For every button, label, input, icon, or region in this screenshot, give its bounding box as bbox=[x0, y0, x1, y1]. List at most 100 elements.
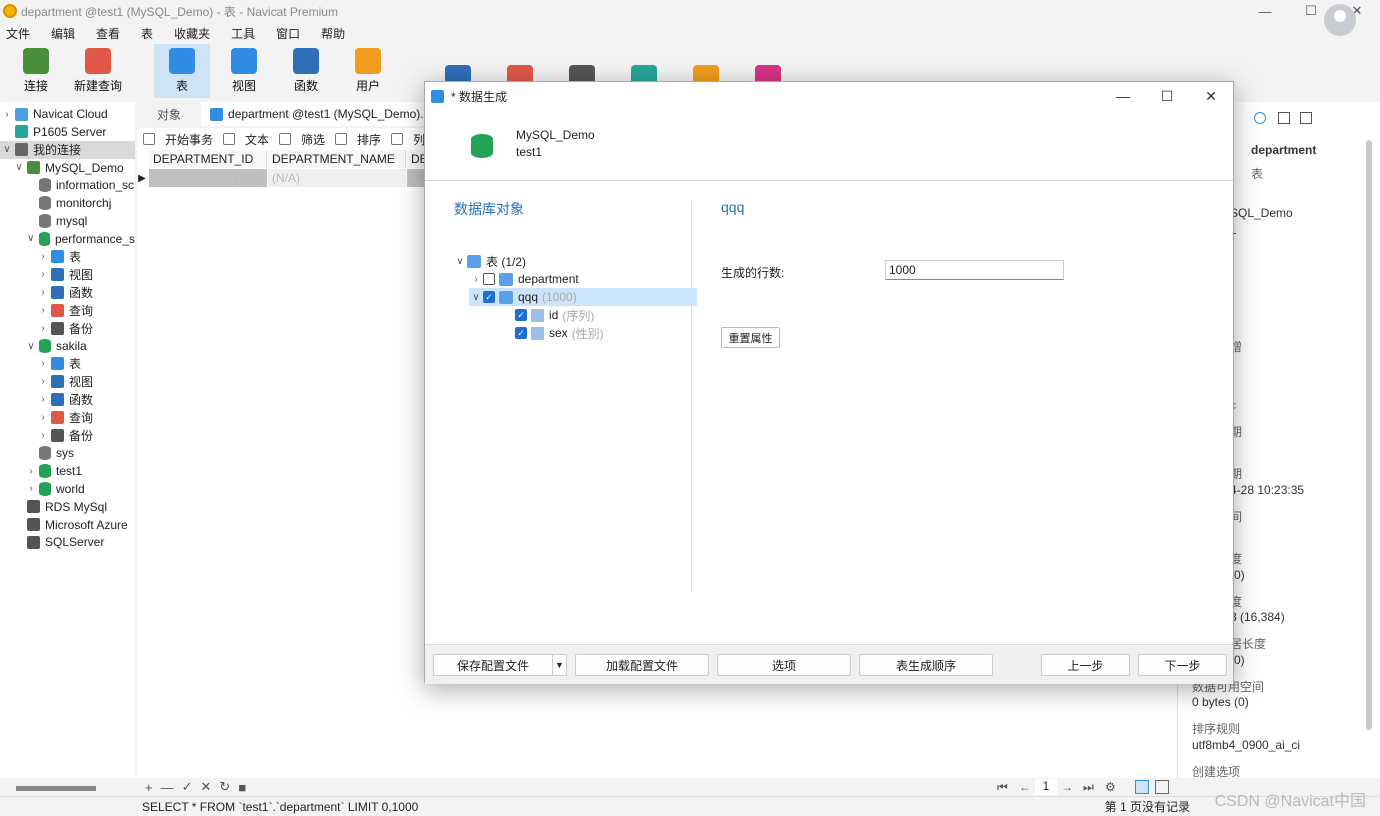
chevron-icon[interactable]: ∨ bbox=[26, 233, 36, 244]
next-button[interactable]: 下一步 bbox=[1138, 654, 1227, 676]
menu-item[interactable]: 编辑 bbox=[51, 25, 75, 42]
column-header[interactable]: DEPARTMENT_NAME bbox=[268, 150, 406, 168]
tree-item[interactable]: › 表 bbox=[0, 248, 135, 266]
toolbar-button[interactable]: 连接 bbox=[8, 44, 64, 98]
apply-button[interactable]: ✓ bbox=[182, 779, 193, 795]
text-button[interactable]: 文本 bbox=[245, 131, 269, 148]
object-tree-item[interactable]: ✓ id (序列) bbox=[501, 306, 594, 324]
tree-item[interactable]: ∨ sakila bbox=[0, 337, 135, 355]
menu-item[interactable]: 帮助 bbox=[321, 25, 345, 42]
tree-item[interactable]: ∨ MySQL_Demo bbox=[0, 159, 135, 177]
tree-item[interactable]: › test1 bbox=[0, 462, 135, 480]
chevron-icon[interactable]: › bbox=[2, 109, 12, 120]
save-profile-button[interactable]: 保存配置文件 ▼ bbox=[433, 654, 567, 676]
begin-transaction-button[interactable]: 开始事务 bbox=[165, 131, 213, 148]
minimize-button[interactable]: — bbox=[1242, 0, 1288, 22]
chevron-icon[interactable]: ∨ bbox=[2, 144, 12, 155]
dialog-close-button[interactable]: ✕ bbox=[1189, 82, 1233, 110]
next-page-icon[interactable]: → bbox=[1061, 780, 1073, 794]
tree-item[interactable]: › Navicat Cloud bbox=[0, 105, 135, 123]
stop-button[interactable]: ■ bbox=[238, 780, 246, 795]
grid-cell[interactable]: (N/A) bbox=[268, 169, 406, 187]
user-avatar-icon[interactable] bbox=[1324, 4, 1356, 36]
page-number-input[interactable]: 1 bbox=[1035, 779, 1057, 795]
tree-item[interactable]: mysql bbox=[0, 212, 135, 230]
tree-item[interactable]: Microsoft Azure bbox=[0, 516, 135, 534]
ddl-icon[interactable] bbox=[1278, 112, 1290, 124]
options-button[interactable]: 选项 bbox=[717, 654, 851, 676]
last-page-icon[interactable]: ⏭ bbox=[1083, 780, 1094, 795]
table-order-button[interactable]: 表生成顺序 bbox=[859, 654, 993, 676]
column-header[interactable]: DEPARTMENT_ID bbox=[149, 150, 267, 168]
checkbox[interactable]: ✓ bbox=[483, 291, 495, 303]
tree-item[interactable]: › 函数 bbox=[0, 391, 135, 409]
tab-objects[interactable]: 对象 bbox=[157, 106, 181, 123]
tree-item[interactable]: ∨ 我的连接 bbox=[0, 140, 135, 159]
chevron-icon[interactable]: › bbox=[38, 376, 48, 387]
tree-item[interactable]: › 备份 bbox=[0, 426, 135, 444]
chevron-icon[interactable]: › bbox=[26, 466, 36, 477]
chevron-icon[interactable]: › bbox=[38, 358, 48, 369]
menu-item[interactable]: 查看 bbox=[96, 25, 120, 42]
chevron-icon[interactable]: › bbox=[38, 394, 48, 405]
object-tree-item[interactable]: ∨ ✓ qqq (1000) bbox=[469, 288, 697, 306]
tree-item[interactable]: › 表 bbox=[0, 355, 135, 373]
tree-item[interactable]: › 函数 bbox=[0, 284, 135, 302]
tree-item[interactable]: › 备份 bbox=[0, 319, 135, 337]
first-page-icon[interactable]: ⏮ bbox=[997, 780, 1008, 795]
tree-scrollbar[interactable] bbox=[0, 778, 135, 798]
tree-item[interactable]: sys bbox=[0, 444, 135, 462]
add-record-button[interactable]: + bbox=[145, 780, 153, 795]
delete-record-button[interactable]: — bbox=[161, 780, 174, 795]
menu-item[interactable]: 窗口 bbox=[276, 25, 300, 42]
toolbar-button[interactable]: 用户 bbox=[340, 44, 396, 98]
checkbox[interactable]: ✓ bbox=[515, 327, 527, 339]
tree-item[interactable]: information_sc bbox=[0, 176, 135, 194]
menu-item[interactable]: 文件 bbox=[6, 25, 30, 42]
dialog-maximize-button[interactable]: ☐ bbox=[1145, 82, 1189, 110]
object-tree-item[interactable]: ∨ 表 (1/2) bbox=[453, 252, 526, 270]
chevron-icon[interactable]: ∨ bbox=[453, 256, 467, 267]
layout-icon[interactable] bbox=[1300, 112, 1312, 124]
sort-button[interactable]: 排序 bbox=[357, 131, 381, 148]
dialog-minimize-button[interactable]: — bbox=[1101, 82, 1145, 110]
tree-item[interactable]: monitorchj bbox=[0, 194, 135, 212]
chevron-icon[interactable]: ∨ bbox=[14, 162, 24, 173]
toolbar-button[interactable]: 函数 bbox=[278, 44, 334, 98]
rows-to-generate-input[interactable]: 1000 bbox=[885, 260, 1064, 280]
back-button[interactable]: 上一步 bbox=[1041, 654, 1130, 676]
menu-item[interactable]: 工具 bbox=[231, 25, 255, 42]
chevron-icon[interactable]: ∨ bbox=[469, 292, 483, 303]
chevron-icon[interactable]: › bbox=[26, 483, 36, 494]
settings-gear-icon[interactable]: ⚙ bbox=[1105, 780, 1116, 794]
tree-item[interactable]: RDS MySql bbox=[0, 498, 135, 516]
tree-item[interactable]: › 视图 bbox=[0, 266, 135, 284]
panel-scrollbar[interactable] bbox=[1366, 140, 1372, 730]
tree-item[interactable]: › 视图 bbox=[0, 373, 135, 391]
tree-item[interactable]: SQLServer bbox=[0, 533, 135, 551]
checkbox[interactable] bbox=[483, 273, 495, 285]
chevron-icon[interactable]: › bbox=[38, 269, 48, 280]
menu-item[interactable]: 表 bbox=[141, 25, 153, 42]
chevron-icon[interactable]: › bbox=[38, 323, 48, 334]
object-tree-item[interactable]: ✓ sex (性别) bbox=[501, 324, 604, 342]
form-view-icon[interactable] bbox=[1155, 780, 1169, 794]
chevron-icon[interactable]: › bbox=[38, 305, 48, 316]
prev-page-icon[interactable]: ← bbox=[1019, 780, 1031, 794]
object-tree-item[interactable]: › department bbox=[469, 270, 578, 288]
menu-item[interactable]: 收藏夹 bbox=[174, 25, 210, 42]
grid-view-icon[interactable] bbox=[1135, 780, 1149, 794]
chevron-icon[interactable]: ∨ bbox=[26, 341, 36, 352]
filter-button[interactable]: 筛选 bbox=[301, 131, 325, 148]
tab-department[interactable]: department @test1 (MySQL_Demo)... bbox=[201, 102, 437, 126]
refresh-button[interactable]: ↻ bbox=[219, 779, 230, 795]
discard-button[interactable]: ✕ bbox=[201, 779, 212, 795]
tree-item[interactable]: › 查询 bbox=[0, 301, 135, 319]
chevron-icon[interactable]: › bbox=[469, 274, 483, 285]
tree-item[interactable]: › world bbox=[0, 480, 135, 498]
tree-item[interactable]: ∨ performance_s bbox=[0, 230, 135, 248]
chevron-icon[interactable]: › bbox=[38, 251, 48, 262]
checkbox[interactable]: ✓ bbox=[515, 309, 527, 321]
toolbar-button[interactable]: 视图 bbox=[216, 44, 272, 98]
reset-properties-button[interactable]: 重置属性 bbox=[721, 327, 780, 348]
